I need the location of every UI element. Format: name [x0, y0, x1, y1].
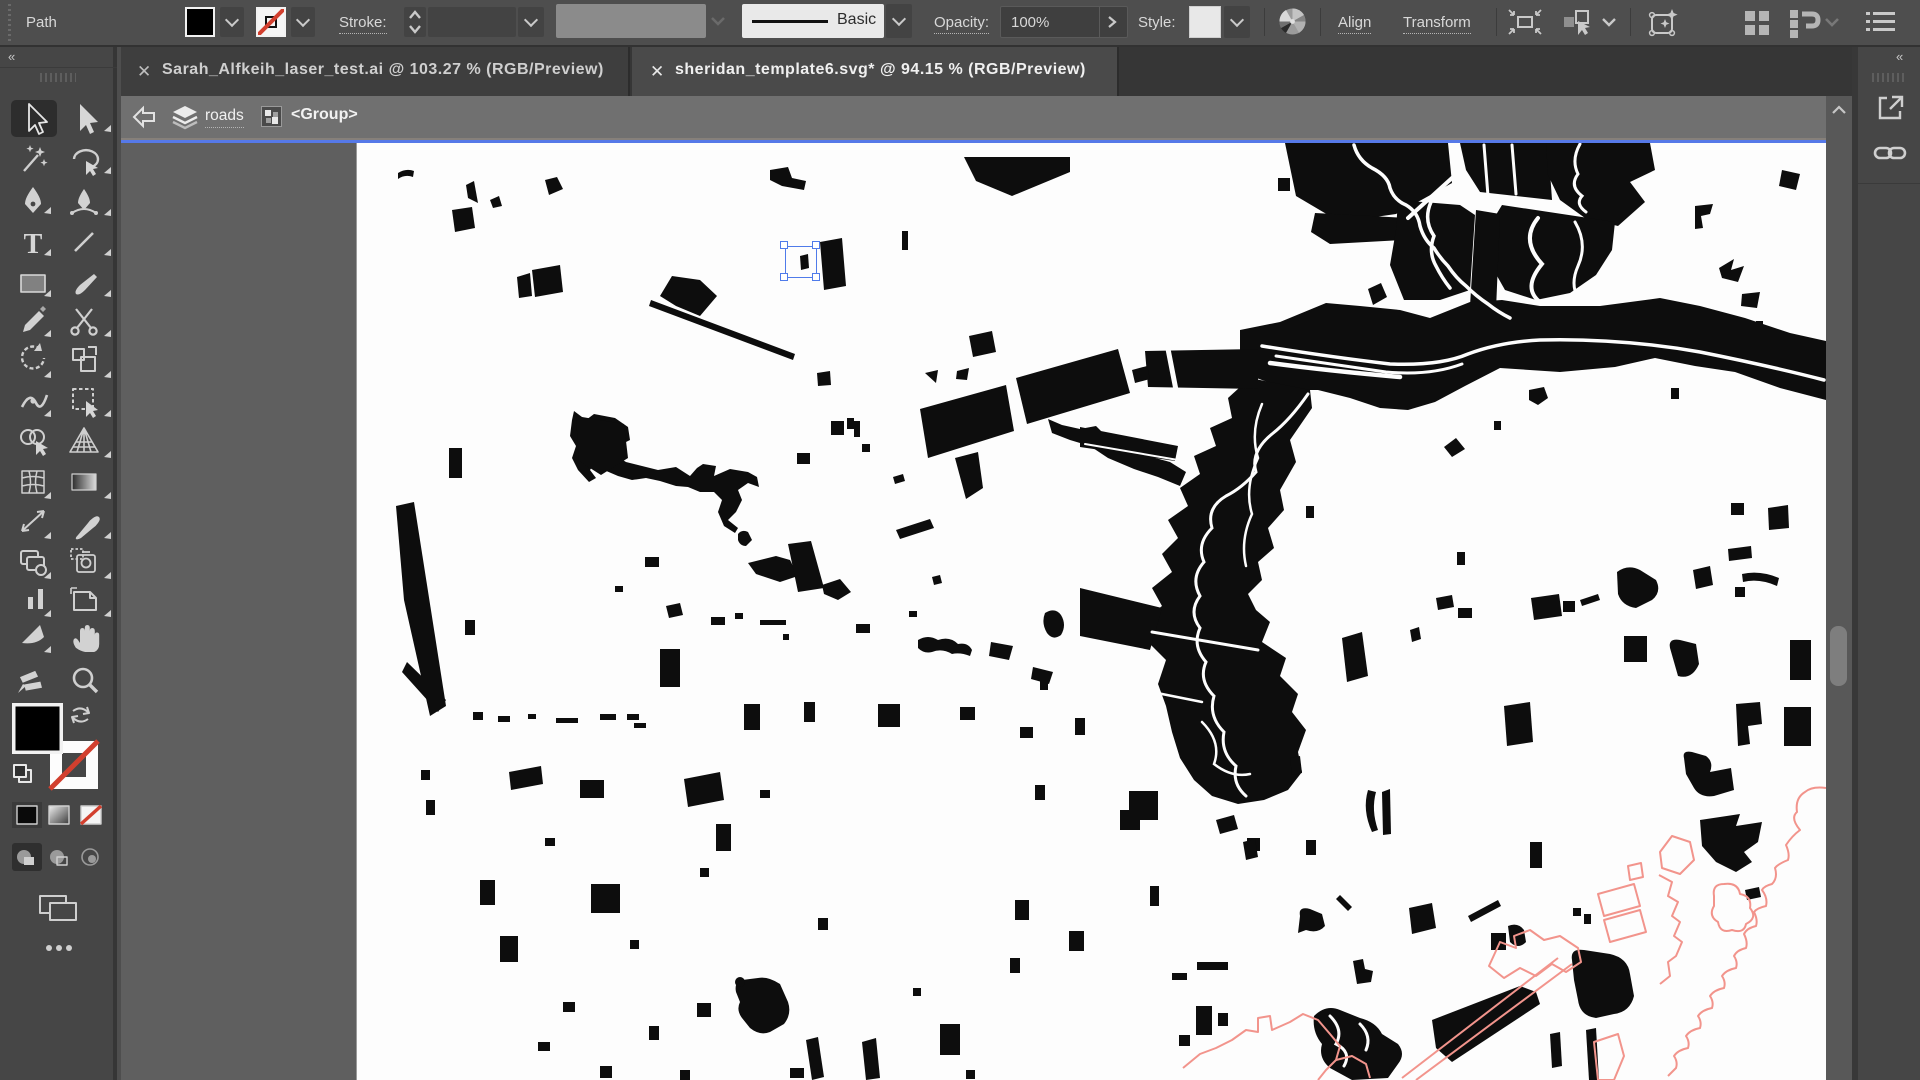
svg-text:T: T	[24, 229, 43, 260]
